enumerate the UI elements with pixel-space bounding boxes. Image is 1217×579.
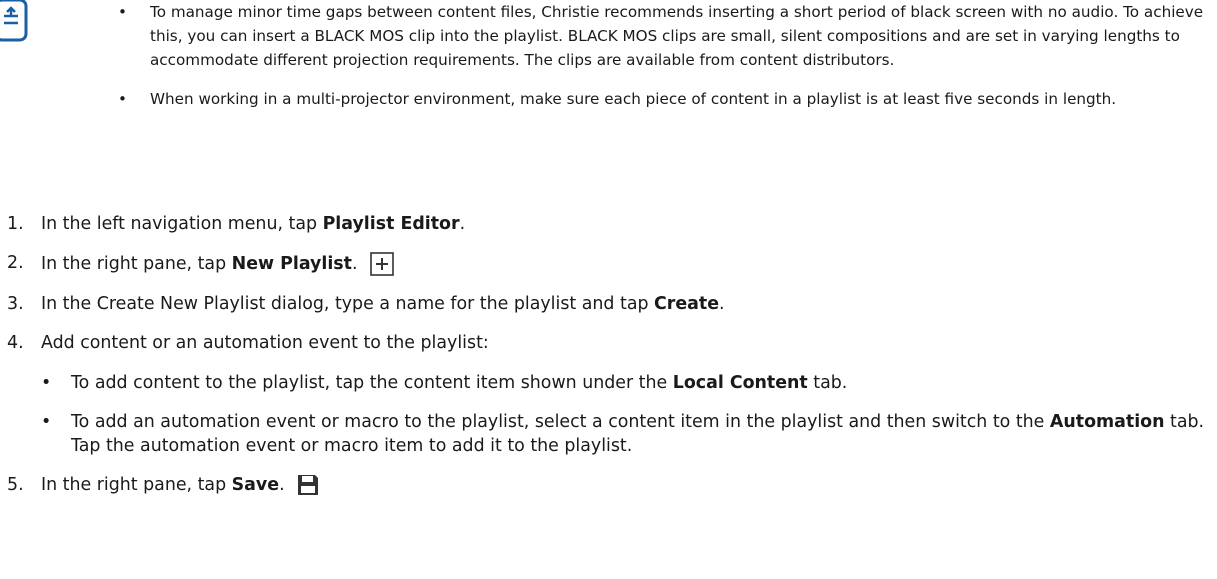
ui-term: Local Content [672, 373, 808, 393]
step-text: In the left navigation menu, tap [41, 214, 323, 234]
save-icon [298, 475, 319, 495]
procedure-steps: 1. In the left navigation menu, tap Play… [7, 212, 1213, 512]
step-text: . [279, 475, 285, 495]
step-2: 2. In the right pane, tap New Playlist. [7, 251, 1213, 277]
note-block: • To manage minor time gaps between cont… [118, 0, 1208, 111]
substep-text: To add content to the playlist, tap the … [71, 373, 673, 393]
step-1: 1. In the left navigation menu, tap Play… [7, 212, 1213, 236]
substep-text: To add an automation event or macro to t… [71, 412, 1050, 432]
step-number: 2. [7, 253, 24, 273]
note-text: When working in a multi-projector enviro… [150, 90, 1117, 108]
step-number: 4. [7, 333, 24, 353]
step-3: 3. In the Create New Playlist dialog, ty… [7, 292, 1213, 316]
bullet: • [118, 90, 127, 108]
step-text: In the right pane, tap [41, 254, 232, 274]
ui-term: Save [231, 475, 280, 495]
bullet: • [41, 373, 52, 393]
step-text: . [459, 214, 466, 234]
step-text: In the right pane, tap [41, 475, 232, 495]
step-text: In the Create New Playlist dialog, type … [41, 294, 655, 314]
step-5: 5. In the right pane, tap Save. [7, 473, 1213, 497]
substep-text: tab. [807, 373, 848, 393]
ui-term: Playlist Editor [322, 214, 460, 234]
ui-term: New Playlist [231, 254, 352, 274]
step-4: 4. Add content or an automation event to… [7, 331, 1213, 458]
substep: • To add content to the playlist, tap th… [41, 371, 1213, 395]
substep: • To add an automation event or macro to… [41, 410, 1213, 458]
substeps: • To add content to the playlist, tap th… [41, 371, 1213, 458]
step-text: Add content or an automation event to th… [41, 333, 489, 353]
new-playlist-icon [370, 252, 394, 276]
step-number: 5. [7, 475, 24, 495]
bullet: • [41, 412, 52, 432]
step-number: 3. [7, 294, 24, 314]
note-text: To manage minor time gaps between conten… [150, 3, 1204, 69]
note-item: • When working in a multi-projector envi… [118, 87, 1208, 111]
bullet: • [118, 3, 127, 21]
step-text: . [719, 294, 725, 314]
step-number: 1. [7, 214, 24, 234]
ui-term: Automation [1049, 412, 1165, 432]
step-text: . [351, 254, 358, 274]
note-item: • To manage minor time gaps between cont… [118, 0, 1208, 72]
ui-term: Create [654, 294, 720, 314]
note-icon [0, 0, 28, 42]
